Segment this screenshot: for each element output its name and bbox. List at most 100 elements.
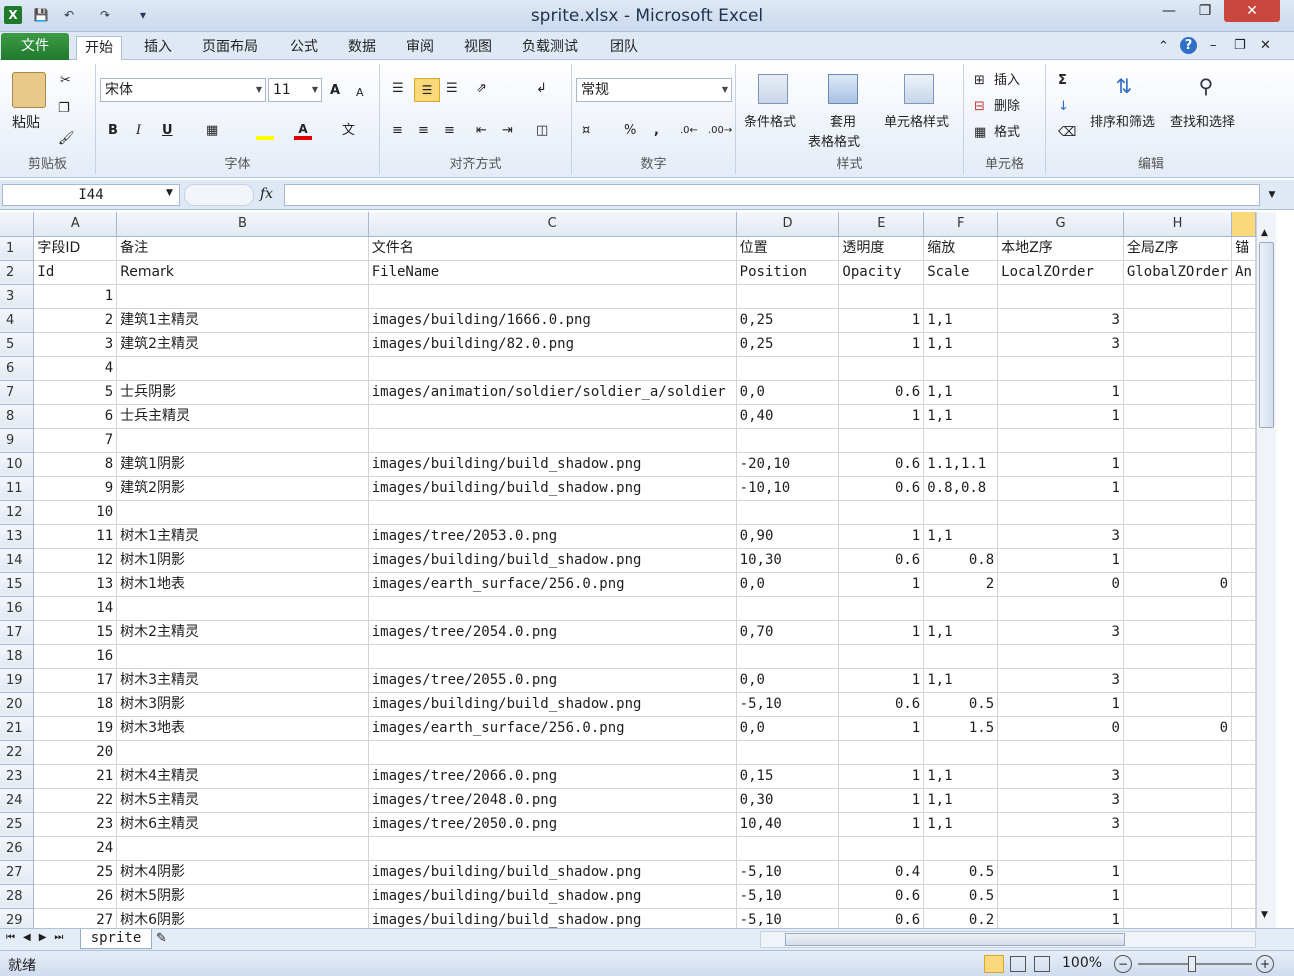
tab-home[interactable]: 开始 bbox=[76, 36, 122, 62]
cell-c[interactable] bbox=[368, 836, 737, 861]
cell-f[interactable]: Scale bbox=[923, 260, 999, 285]
cell-e[interactable]: 0.6 bbox=[838, 692, 925, 717]
cell-a[interactable]: 10 bbox=[33, 500, 118, 525]
row-header[interactable]: 19 bbox=[0, 668, 35, 693]
cell-a[interactable]: 7 bbox=[33, 428, 118, 453]
cell-b[interactable] bbox=[116, 596, 369, 621]
cell-e[interactable] bbox=[838, 500, 925, 525]
cell-c[interactable]: images/building/build_shadow.png bbox=[368, 476, 737, 501]
cell-c[interactable]: images/building/build_shadow.png bbox=[368, 860, 737, 885]
cell-b[interactable]: 树木4阴影 bbox=[116, 860, 369, 885]
cell-i[interactable] bbox=[1231, 572, 1256, 597]
cell-d[interactable]: 0,0 bbox=[736, 572, 840, 597]
percent-button[interactable]: % bbox=[624, 122, 636, 140]
cell-d[interactable]: -10,10 bbox=[736, 476, 840, 501]
cell-g[interactable]: 1 bbox=[997, 884, 1124, 909]
column-header[interactable]: G bbox=[997, 212, 1124, 237]
cell-a[interactable]: 5 bbox=[33, 380, 118, 405]
cell-c[interactable]: images/building/build_shadow.png bbox=[368, 908, 737, 928]
cell-f[interactable]: 1,1 bbox=[923, 332, 999, 357]
cell-h[interactable] bbox=[1123, 380, 1233, 405]
cell-d[interactable]: 0,25 bbox=[736, 308, 840, 333]
cell-d[interactable]: 0,40 bbox=[736, 404, 840, 429]
font-color-icon[interactable]: A bbox=[294, 122, 312, 140]
cell-d[interactable]: -5,10 bbox=[736, 884, 840, 909]
cell-e[interactable]: 1 bbox=[838, 308, 925, 333]
row-header[interactable]: 20 bbox=[0, 692, 35, 717]
merge-center-icon[interactable]: ◫ bbox=[536, 122, 548, 140]
cell-h[interactable]: 全局Z序 bbox=[1123, 236, 1233, 261]
cell-i[interactable] bbox=[1231, 284, 1256, 309]
cell-f[interactable] bbox=[923, 428, 999, 453]
row-header[interactable]: 28 bbox=[0, 884, 35, 909]
cell-g[interactable]: 1 bbox=[997, 452, 1124, 477]
cell-d[interactable] bbox=[736, 644, 840, 669]
cell-d[interactable]: 0,0 bbox=[736, 380, 840, 405]
tab-view[interactable]: 视图 bbox=[456, 36, 500, 60]
cell-f[interactable] bbox=[923, 284, 999, 309]
cell-e[interactable]: 1 bbox=[838, 716, 925, 741]
cell-c[interactable]: images/tree/2055.0.png bbox=[368, 668, 737, 693]
shrink-font-icon[interactable]: A bbox=[356, 84, 364, 102]
cell-e[interactable]: 0.6 bbox=[838, 380, 925, 405]
cell-c[interactable]: images/building/build_shadow.png bbox=[368, 548, 737, 573]
cell-i[interactable] bbox=[1231, 716, 1256, 741]
conditional-format-button[interactable]: 条件格式 bbox=[744, 114, 796, 132]
cell-g[interactable] bbox=[997, 644, 1124, 669]
row-header[interactable]: 29 bbox=[0, 908, 35, 928]
cell-g[interactable]: 1 bbox=[997, 692, 1124, 717]
column-header[interactable]: A bbox=[33, 212, 118, 237]
cell-a[interactable]: 21 bbox=[33, 764, 118, 789]
cell-g[interactable]: 1 bbox=[997, 380, 1124, 405]
cell-c[interactable] bbox=[368, 644, 737, 669]
cell-d[interactable] bbox=[736, 284, 840, 309]
orientation-icon[interactable]: ⇗ bbox=[476, 80, 487, 98]
cell-e[interactable]: 0.6 bbox=[838, 884, 925, 909]
cell-h[interactable] bbox=[1123, 548, 1233, 573]
cell-a[interactable]: 1 bbox=[33, 284, 118, 309]
row-header[interactable]: 5 bbox=[0, 332, 35, 357]
cell-a[interactable]: 2 bbox=[33, 308, 118, 333]
cell-b[interactable] bbox=[116, 356, 369, 381]
column-header[interactable]: F bbox=[923, 212, 999, 237]
insert-cells-button[interactable]: 插入 bbox=[994, 72, 1020, 90]
tab-formulas[interactable]: 公式 bbox=[282, 36, 326, 60]
cell-c[interactable]: 文件名 bbox=[368, 236, 737, 261]
cell-f[interactable]: 缩放 bbox=[923, 236, 999, 261]
cell-g[interactable]: 3 bbox=[997, 308, 1124, 333]
cell-c[interactable]: images/building/82.0.png bbox=[368, 332, 737, 357]
decrease-decimal-icon[interactable]: .00→ bbox=[708, 122, 732, 140]
normal-view-icon[interactable] bbox=[984, 955, 1004, 973]
cell-g[interactable]: 3 bbox=[997, 764, 1124, 789]
cell-f[interactable]: 1,1 bbox=[923, 812, 999, 837]
cell-h[interactable] bbox=[1123, 692, 1233, 717]
cell-e[interactable]: Opacity bbox=[838, 260, 925, 285]
zoom-slider-thumb[interactable] bbox=[1188, 956, 1196, 972]
cell-e[interactable] bbox=[838, 596, 925, 621]
cell-b[interactable]: 树木6阴影 bbox=[116, 908, 369, 928]
cell-h[interactable] bbox=[1123, 476, 1233, 501]
formula-input[interactable] bbox=[284, 184, 1260, 206]
minimize-ribbon-icon[interactable]: ⌃ bbox=[1158, 38, 1169, 56]
cell-i[interactable] bbox=[1231, 596, 1256, 621]
cell-h[interactable] bbox=[1123, 908, 1233, 928]
cell-b[interactable]: 树木2主精灵 bbox=[116, 620, 369, 645]
cell-a[interactable]: 8 bbox=[33, 452, 118, 477]
cut-icon[interactable]: ✂ bbox=[60, 72, 71, 90]
cell-g[interactable]: 3 bbox=[997, 668, 1124, 693]
cell-e[interactable]: 0.6 bbox=[838, 452, 925, 477]
cell-d[interactable] bbox=[736, 596, 840, 621]
cell-e[interactable]: 1 bbox=[838, 620, 925, 645]
italic-button[interactable]: I bbox=[136, 122, 141, 140]
cell-g[interactable]: 本地Z序 bbox=[997, 236, 1124, 261]
cell-b[interactable]: 树木4主精灵 bbox=[116, 764, 369, 789]
expand-formula-bar-icon[interactable]: ▼ bbox=[1262, 184, 1282, 206]
cell-h[interactable] bbox=[1123, 356, 1233, 381]
cell-c[interactable]: images/earth_surface/256.0.png bbox=[368, 572, 737, 597]
cell-e[interactable]: 0.4 bbox=[838, 860, 925, 885]
row-header[interactable]: 1 bbox=[0, 236, 35, 261]
cell-f[interactable]: 0.5 bbox=[923, 692, 999, 717]
cell-b[interactable] bbox=[116, 836, 369, 861]
cell-f[interactable]: 2 bbox=[923, 572, 999, 597]
cell-a[interactable]: 9 bbox=[33, 476, 118, 501]
